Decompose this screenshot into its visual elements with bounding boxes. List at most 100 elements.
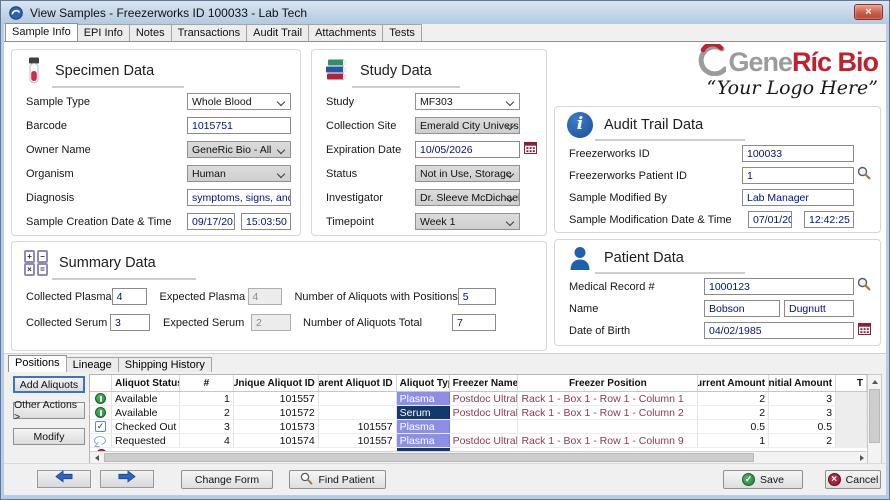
collection-site-select[interactable]: Emerald City Univers... xyxy=(415,117,520,134)
horizontal-scroll-thumb[interactable] xyxy=(104,453,754,462)
patient-icon xyxy=(567,245,593,271)
panel-title: Patient Data xyxy=(604,250,684,266)
collected-plasma-input[interactable]: 4 xyxy=(112,288,147,305)
barcode-input[interactable]: 1015751 xyxy=(187,117,291,134)
col-unique-aliquot-id[interactable]: Unique Aliquot ID xyxy=(234,375,319,391)
col-freezer-position[interactable]: Freezer Position xyxy=(518,375,698,391)
table-row[interactable]: Requested 4 101574 101557 Plasma Postdoc… xyxy=(90,434,867,448)
scroll-right-arrow[interactable] xyxy=(855,452,867,463)
modified-by-input[interactable]: Lab Manager xyxy=(742,189,854,206)
col-aliquot-status[interactable]: Aliquot Status xyxy=(112,375,180,391)
modify-button[interactable]: Modify xyxy=(13,428,85,445)
available-status-icon xyxy=(95,393,106,404)
scroll-up-arrow[interactable] xyxy=(868,375,881,388)
tab-shipping-history[interactable]: Shipping History xyxy=(118,357,212,372)
tab-epi-info[interactable]: EPI Info xyxy=(77,24,130,41)
calendar-icon[interactable] xyxy=(524,141,537,159)
tab-audit-trail[interactable]: Audit Trail xyxy=(246,24,309,41)
investigator-label: Investigator xyxy=(326,192,415,204)
aliquot-type-cell-selected: Serum xyxy=(397,406,450,419)
medical-record-label: Medical Record # xyxy=(569,281,704,293)
other-actions-button[interactable]: Other Actions > xyxy=(13,402,85,419)
expected-plasma-input: 4 xyxy=(248,288,283,305)
tab-lineage[interactable]: Lineage xyxy=(66,357,119,372)
panel-title: Audit Trail Data xyxy=(604,117,703,133)
first-name-input[interactable]: Bobson xyxy=(704,300,780,317)
dob-label: Date of Birth xyxy=(569,325,704,337)
creation-date-input[interactable]: 09/17/2019 xyxy=(187,213,235,230)
tab-positions[interactable]: Positions xyxy=(8,355,67,372)
save-check-icon: ✓ xyxy=(742,473,755,486)
vertical-scroll-thumb[interactable] xyxy=(869,389,880,443)
medical-record-input[interactable]: 1000123 xyxy=(704,278,854,295)
tab-tests[interactable]: Tests xyxy=(382,24,422,41)
aliquots-total-label: Number of Aliquots Total xyxy=(303,317,452,329)
panel-title: Study Data xyxy=(360,63,432,79)
owner-name-select[interactable]: GeneRic Bio - All xyxy=(187,141,291,158)
previous-record-button[interactable] xyxy=(37,470,91,488)
freezerworks-app-icon xyxy=(9,6,23,20)
titlebar: View Samples - Freezerworks ID 100033 - … xyxy=(1,1,889,24)
diagnosis-input[interactable]: symptoms, signs, and ill-de xyxy=(187,189,291,206)
close-button[interactable]: × xyxy=(854,4,883,20)
add-aliquots-button[interactable]: Add Aliquots xyxy=(13,376,85,393)
modification-time-input[interactable]: 12:42:25 xyxy=(804,211,854,228)
patient-data-panel: Patient Data Medical Record # 1000123 Na… xyxy=(554,239,881,346)
dob-input[interactable]: 04/02/1985 xyxy=(704,322,854,339)
collection-site-label: Collection Site xyxy=(326,120,415,132)
creation-time-input[interactable]: 15:03:50 xyxy=(241,213,291,230)
aliquots-total-input[interactable]: 7 xyxy=(452,314,496,331)
tab-notes[interactable]: Notes xyxy=(129,24,172,41)
timepoint-label: Timepoint xyxy=(326,216,415,228)
study-select[interactable]: MF303 xyxy=(415,93,520,110)
col-t[interactable]: T xyxy=(836,375,867,391)
collected-serum-label: Collected Serum xyxy=(26,317,110,329)
collected-serum-input[interactable]: 3 xyxy=(110,314,150,331)
col-current-amount[interactable]: Current Amount xyxy=(698,375,769,391)
tab-transactions[interactable]: Transactions xyxy=(171,24,248,41)
search-icon[interactable] xyxy=(857,277,871,296)
patient-id-input[interactable]: 1 xyxy=(742,167,854,184)
barcode-label: Barcode xyxy=(26,120,187,132)
col-freezer-name[interactable]: Freezer Name xyxy=(450,375,519,391)
tab-sample-info[interactable]: Sample Info xyxy=(5,23,78,41)
modification-date-input[interactable]: 07/01/20 xyxy=(748,211,792,228)
calendar-icon[interactable] xyxy=(858,322,871,340)
expiration-date-label: Expiration Date xyxy=(326,144,415,156)
logo-text-red: Ríc Bio xyxy=(792,47,878,78)
col-aliquot-type[interactable]: Aliquot Type xyxy=(397,375,450,391)
window-title: View Samples - Freezerworks ID 100033 - … xyxy=(30,6,307,20)
timepoint-select[interactable]: Week 1 xyxy=(415,213,520,230)
last-name-input[interactable]: Dugnutt xyxy=(784,300,854,317)
horizontal-scrollbar[interactable] xyxy=(90,451,867,463)
investigator-select[interactable]: Dr. Sleeve McDichael xyxy=(415,189,520,206)
expiration-date-input[interactable]: 10/05/2026 xyxy=(415,141,520,158)
tab-attachments[interactable]: Attachments xyxy=(308,24,383,41)
sample-type-select[interactable]: Whole Blood xyxy=(187,93,291,110)
table-row[interactable]: Available 1 101557 Plasma Postdoc Ultral… xyxy=(90,392,867,406)
freezerworks-id-input[interactable]: 100033 xyxy=(742,145,854,162)
search-icon[interactable] xyxy=(857,166,871,185)
calculator-icon: +−×= xyxy=(24,251,48,275)
table-row[interactable]: ✓ Checked Out 3 101573 101557 Plasma 0.5… xyxy=(90,420,867,434)
panel-title: Specimen Data xyxy=(55,63,154,79)
cancel-button[interactable]: × Cancel xyxy=(825,470,881,489)
organism-select[interactable]: Human xyxy=(187,165,291,182)
generic-bio-logo: Gene Ríc Bio “Your Logo Here” xyxy=(578,44,878,99)
table-row[interactable]: Available 2 101572 Serum Postdoc Ultralo… xyxy=(90,406,867,420)
save-button[interactable]: ✓ Save xyxy=(723,470,803,489)
col-parent-aliquot-id[interactable]: Parent Aliquot ID xyxy=(319,375,397,391)
find-patient-button[interactable]: Find Patient xyxy=(289,470,386,489)
scroll-left-arrow[interactable] xyxy=(90,452,103,463)
aliquots-with-positions-label: Number of Aliquots with Positions xyxy=(294,291,457,303)
diagnosis-label: Diagnosis xyxy=(26,192,187,204)
vertical-scrollbar[interactable] xyxy=(867,374,882,464)
change-form-button[interactable]: Change Form xyxy=(181,470,273,489)
col-initial-amount[interactable]: Initial Amount xyxy=(769,375,836,391)
next-record-button[interactable] xyxy=(100,470,154,488)
col-number[interactable]: # xyxy=(180,375,234,391)
freezerworks-id-label: Freezerworks ID xyxy=(569,148,742,160)
status-select[interactable]: Not in Use, Storage xyxy=(415,165,520,182)
sample-type-label: Sample Type xyxy=(26,96,187,108)
aliquots-with-positions-input[interactable]: 5 xyxy=(458,288,496,305)
